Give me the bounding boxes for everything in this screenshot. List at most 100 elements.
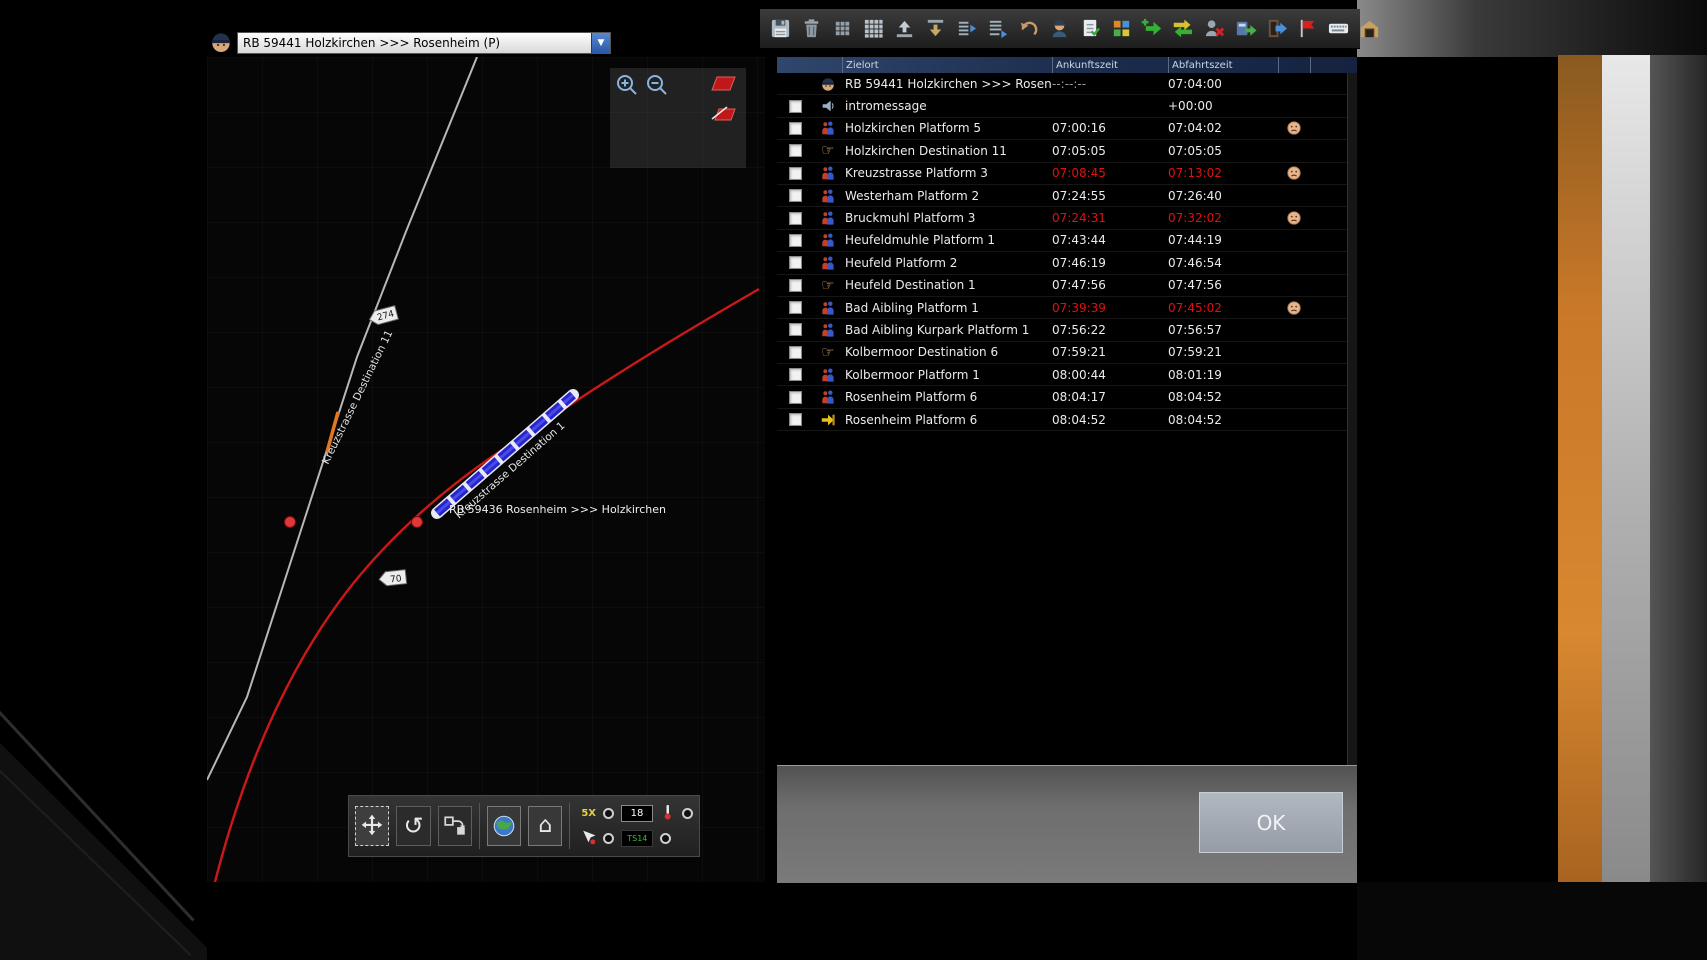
home-view-button[interactable]: ⌂	[528, 806, 563, 846]
timetable-row[interactable]: Westerham Platform 2 07:24:55 07:26:40	[777, 185, 1357, 208]
timetable-row[interactable]: ☞ Holzkirchen Destination 11 07:05:05 07:05…	[777, 140, 1357, 163]
time-multiplier-label: 5X	[581, 808, 596, 819]
insert-row-icon[interactable]	[953, 16, 979, 42]
header-zielort[interactable]: Zielort	[842, 57, 1052, 73]
arrival-time: 07:24:55	[1052, 188, 1106, 203]
hud-radio[interactable]	[660, 833, 672, 844]
row-checkbox[interactable]	[789, 121, 802, 135]
toolbar-divider	[478, 803, 480, 849]
passengers-icon	[811, 367, 845, 383]
undo-icon[interactable]	[1015, 16, 1041, 42]
timetable-row[interactable]: RB 59441 Holzkirchen >>> Rosenhei --:--:-…	[777, 73, 1357, 96]
version-label: TS14	[621, 830, 654, 847]
jump-tool-button[interactable]	[437, 806, 472, 846]
counter-value: 18	[621, 805, 653, 822]
timetable-row[interactable]: Heufeld Platform 2 07:46:19 07:46:54	[777, 252, 1357, 275]
timetable-row[interactable]: ☞ Heufeld Destination 1 07:47:56 07:47:56	[777, 275, 1357, 297]
timetable-row[interactable]: ☞ Kolbermoor Destination 6 07:59:21 07:59:2…	[777, 342, 1357, 365]
header-abfahrtszeit[interactable]: Abfahrtszeit	[1168, 57, 1278, 73]
hud-radio[interactable]	[603, 808, 614, 819]
flag-icon[interactable]	[1294, 16, 1320, 42]
tasks-icon[interactable]	[1077, 16, 1103, 42]
passengers-icon	[811, 188, 845, 204]
passenger-alert-icon	[1278, 300, 1310, 316]
driver-icon[interactable]	[1046, 16, 1072, 42]
timetable-row[interactable]: Bad Aibling Platform 1 07:39:39 07:45:02	[777, 297, 1357, 320]
arrival-time: 07:05:05	[1052, 143, 1106, 158]
rotate-tool-button[interactable]: ↺	[396, 806, 431, 846]
timetable-row[interactable]: Heufeldmuhle Platform 1 07:43:44 07:44:19	[777, 230, 1357, 253]
passengers-icon	[811, 232, 845, 248]
arrival-time: 07:47:56	[1052, 278, 1106, 293]
departure-time: 07:47:56	[1168, 278, 1222, 293]
arrival-time: 08:00:44	[1052, 367, 1106, 382]
destination-label: Heufeld Platform 2	[845, 255, 958, 270]
row-checkbox[interactable]	[789, 256, 802, 270]
row-checkbox[interactable]	[789, 390, 802, 404]
timetable-row[interactable]: Kreuzstrasse Platform 3 07:08:45 07:13:02	[777, 163, 1357, 185]
hud-radio[interactable]	[603, 833, 615, 844]
add-node-icon[interactable]	[1139, 16, 1165, 42]
passengers-icon	[811, 255, 845, 271]
scene-wall	[1650, 55, 1707, 882]
append-row-icon[interactable]	[984, 16, 1010, 42]
timetable-row[interactable]: Kolbermoor Platform 1 08:00:44 08:01:19	[777, 364, 1357, 387]
hand-icon: ☞	[821, 342, 835, 361]
grid-small-icon[interactable]	[829, 16, 855, 42]
timetable-row[interactable]: Rosenheim Platform 6 08:04:52 08:04:52	[777, 409, 1357, 432]
grid-large-icon[interactable]	[860, 16, 886, 42]
pan-tool-button[interactable]	[355, 806, 390, 846]
destination-label: Heufeldmuhle Platform 1	[845, 233, 996, 248]
header-ankunftszeit[interactable]: Ankunftszeit	[1052, 57, 1168, 73]
timetable-scrollbar[interactable]	[1347, 73, 1357, 765]
destination-label: Bad Aibling Kurpark Platform 1	[845, 322, 1030, 337]
timetable-row[interactable]: Rosenheim Platform 6 08:04:17 08:04:52	[777, 386, 1357, 409]
chevron-down-icon[interactable]: ▼	[591, 33, 610, 53]
route-map-canvas[interactable]: Kreuzstrasse Destination 11 Kreuzstrasse…	[207, 57, 765, 882]
save-icon[interactable]	[767, 16, 793, 42]
destination-label: Rosenheim Platform 6	[845, 390, 978, 405]
arrival-time: 07:39:39	[1052, 300, 1106, 315]
remove-icon[interactable]	[1201, 16, 1227, 42]
row-checkbox[interactable]	[789, 323, 802, 337]
row-checkbox[interactable]	[789, 368, 802, 382]
color-grid-icon[interactable]	[1108, 16, 1134, 42]
row-checkbox[interactable]	[789, 301, 802, 315]
world-view-button[interactable]	[486, 806, 522, 846]
arrival-time: --:--:--	[1052, 76, 1087, 91]
departure-time: 07:13:02	[1168, 166, 1222, 181]
delete-icon[interactable]	[798, 16, 824, 42]
row-checkbox[interactable]	[789, 189, 802, 203]
timetable-row[interactable]: intromessage +00:00	[777, 95, 1357, 118]
keyboard-icon[interactable]	[1325, 16, 1351, 42]
timetable-row[interactable]: Bad Aibling Kurpark Platform 1 07:56:22 07…	[777, 319, 1357, 342]
row-checkbox[interactable]	[789, 413, 802, 427]
passenger-alert-icon	[1278, 165, 1310, 181]
toolbar-divider	[569, 803, 571, 849]
lower-icon[interactable]	[922, 16, 948, 42]
passengers-icon	[811, 165, 845, 181]
destination-label: Kreuzstrasse Platform 3	[845, 166, 988, 181]
row-checkbox[interactable]	[789, 278, 802, 292]
timetable-row[interactable]: Bruckmuhl Platform 3 07:24:31 07:32:02	[777, 207, 1357, 230]
raise-icon[interactable]	[891, 16, 917, 42]
row-checkbox[interactable]	[789, 211, 802, 225]
depot-icon[interactable]	[1356, 16, 1382, 42]
service-dropdown[interactable]: RB 59441 Holzkirchen >>> Rosenheim (P) ▼	[237, 32, 611, 54]
row-checkbox[interactable]	[789, 99, 802, 113]
ok-button[interactable]: OK	[1199, 792, 1343, 853]
timetable-row[interactable]: Holzkirchen Platform 5 07:00:16 07:04:02	[777, 118, 1357, 141]
row-checkbox[interactable]	[789, 144, 802, 158]
waypoint-dot[interactable]	[411, 516, 423, 528]
exit-icon[interactable]	[1263, 16, 1289, 42]
hud-radio[interactable]	[682, 808, 693, 819]
row-checkbox[interactable]	[789, 345, 802, 359]
route-map[interactable]: Kreuzstrasse Destination 11 Kreuzstrasse…	[207, 57, 765, 882]
waypoint-dot[interactable]	[284, 516, 296, 528]
export-icon[interactable]	[1232, 16, 1258, 42]
row-checkbox[interactable]	[789, 166, 802, 180]
row-checkbox[interactable]	[789, 233, 802, 247]
swap-icon[interactable]	[1170, 16, 1196, 42]
hand-icon: ☞	[821, 141, 835, 160]
scene-bottom-right	[1357, 882, 1707, 960]
